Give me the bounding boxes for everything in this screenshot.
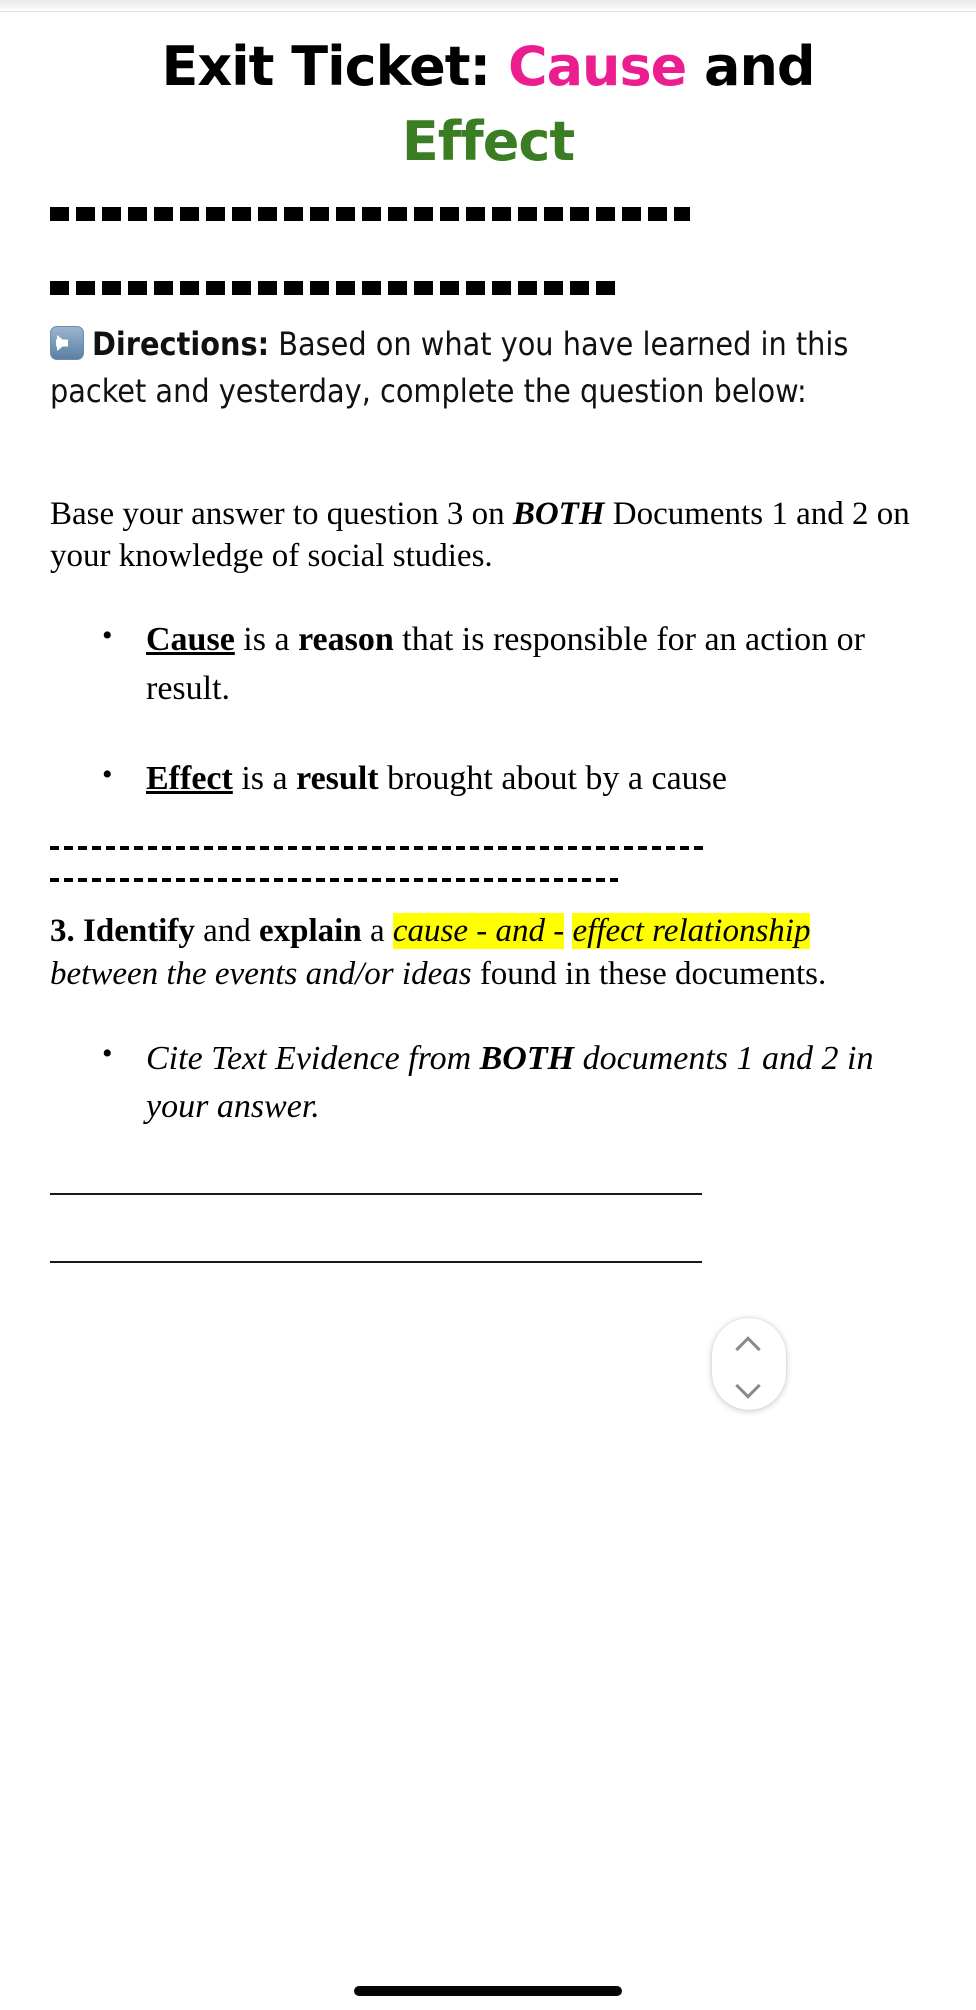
scroll-navigation-control[interactable] xyxy=(712,1318,786,1410)
list-item: Cite Text Evidence from BOTH documents 1… xyxy=(102,1033,926,1132)
directions-label: Directions: xyxy=(92,325,270,364)
list-item: Cause is a reason that is responsible fo… xyxy=(102,614,926,714)
directions-paragraph: Directions: Based on what you have learn… xyxy=(50,321,926,415)
page-title: Exit Ticket: Cause and Effect xyxy=(50,30,926,179)
document-page: Exit Ticket: Cause and Effect Directions… xyxy=(0,12,976,2010)
cite-lead-text: Cite Text Evidence from xyxy=(146,1039,480,1077)
question-verb-identify: Identify xyxy=(83,913,195,950)
right-arrow-emoji-icon xyxy=(50,326,84,361)
cite-evidence-list: Cite Text Evidence from BOTH documents 1… xyxy=(50,1033,926,1132)
definition-mid-before: is a xyxy=(232,760,297,798)
section-dotted-divider xyxy=(50,846,926,883)
definition-mid-before: is a xyxy=(234,620,299,658)
title-part-one: Exit Ticket: xyxy=(161,35,508,98)
highlighted-phrase-part-one: cause - and - xyxy=(392,913,565,950)
cite-both-emphasis: BOTH xyxy=(479,1039,575,1077)
divider-segment xyxy=(50,207,690,222)
highlighted-phrase-part-two: effect relationship xyxy=(572,913,811,950)
definition-term-effect: Effect xyxy=(146,760,233,798)
answer-blank-line xyxy=(50,1193,702,1196)
definition-strong-reason: reason xyxy=(298,620,394,658)
answer-blank-lines xyxy=(50,1193,926,1264)
chevron-down-icon[interactable] xyxy=(736,1375,762,1390)
question-conjunction: and xyxy=(194,913,259,950)
divider-segment xyxy=(50,846,704,851)
title-dashed-divider xyxy=(50,207,926,311)
question-tail-plain: found in these documents. xyxy=(471,955,827,992)
base-answer-paragraph: Base your answer to question 3 on BOTH D… xyxy=(50,493,926,577)
question-number: 3. xyxy=(50,913,75,950)
home-indicator-bar xyxy=(354,1986,622,1996)
title-word-cause: Cause xyxy=(507,35,687,98)
title-part-two: and xyxy=(686,35,816,98)
definition-strong-result: result xyxy=(296,760,379,798)
chevron-up-icon[interactable] xyxy=(736,1338,762,1353)
top-browser-chrome-strip xyxy=(0,0,976,12)
title-word-effect: Effect xyxy=(401,109,575,173)
divider-segment xyxy=(50,281,618,296)
list-item: Effect is a result brought about by a ca… xyxy=(102,753,926,804)
divider-segment xyxy=(50,878,618,883)
question-article: a xyxy=(361,913,393,950)
question-three-paragraph: 3. Identify and explain a cause - and - … xyxy=(50,910,926,994)
definition-term-cause: Cause xyxy=(146,620,235,658)
base-both-emphasis: BOTH xyxy=(512,496,605,533)
question-verb-explain: explain xyxy=(259,913,362,950)
base-lead-text: Base your answer to question 3 on xyxy=(50,496,513,533)
answer-blank-line xyxy=(50,1261,702,1264)
question-tail-italic: between the events and/or ideas xyxy=(50,955,472,992)
definition-mid-after: brought about by a cause xyxy=(378,760,727,798)
definition-list: Cause is a reason that is responsible fo… xyxy=(50,614,926,805)
